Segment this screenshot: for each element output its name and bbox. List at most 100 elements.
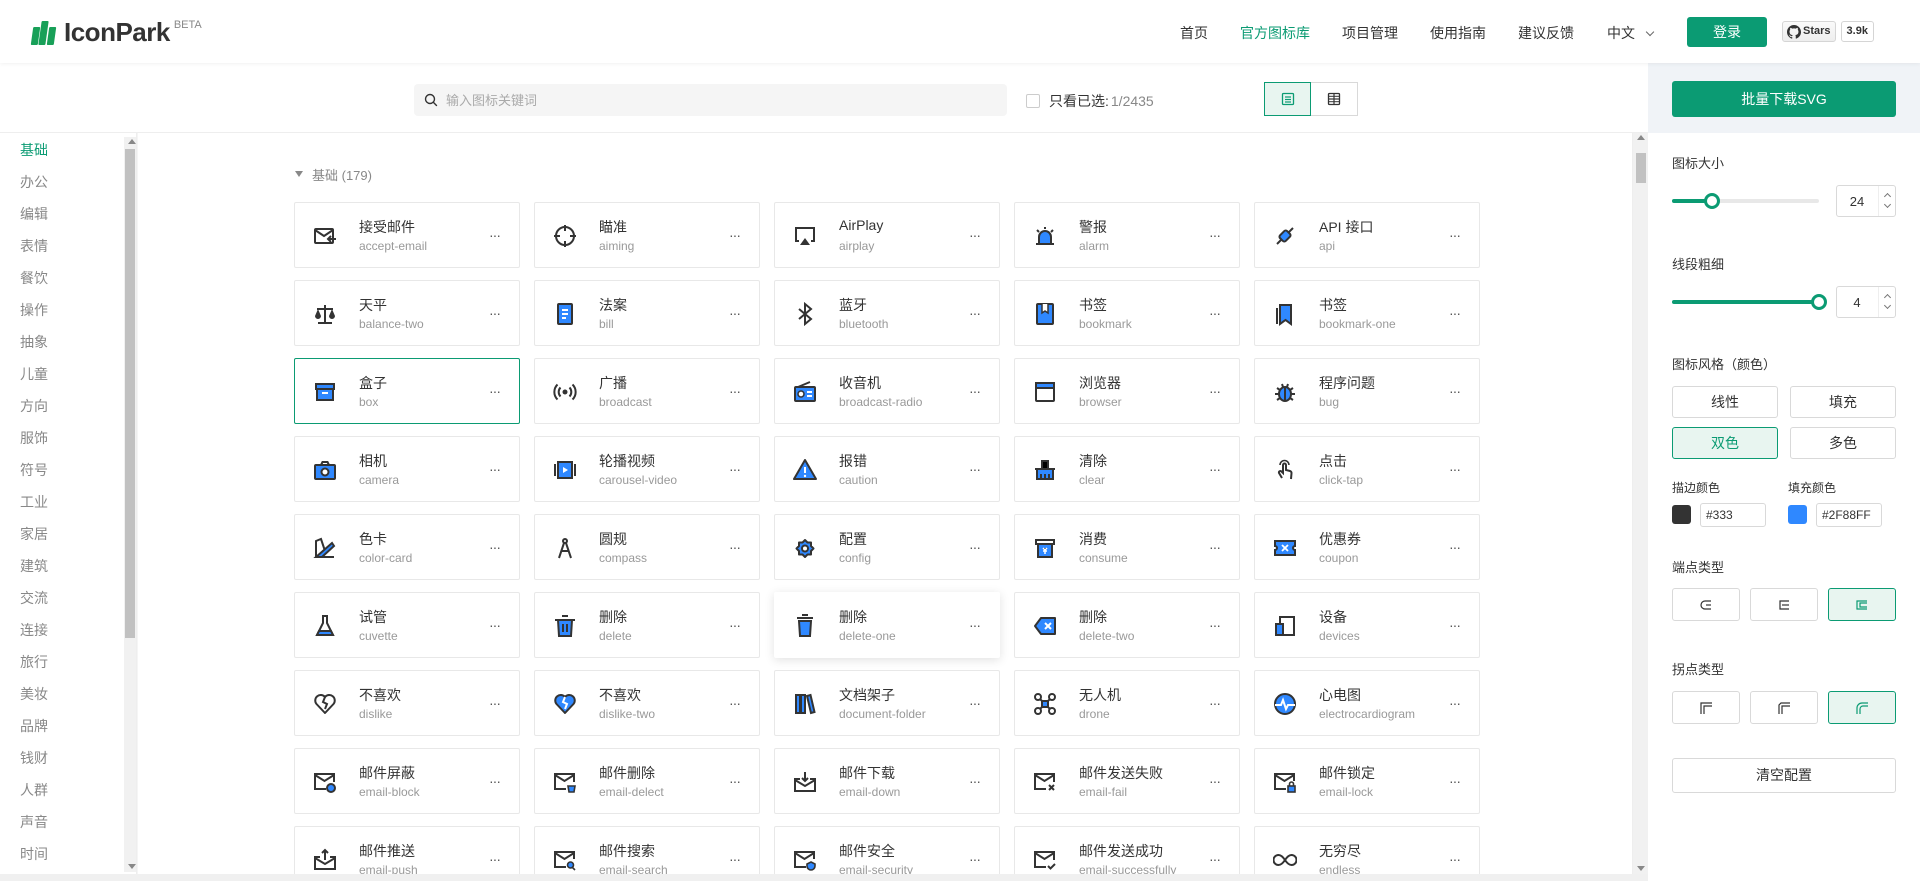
category-item[interactable]: 建筑 [20,556,48,576]
category-item[interactable]: 儿童 [20,364,48,384]
stroke-color-input[interactable]: #333 [1700,503,1766,527]
more-options-icon[interactable]: ··· [489,617,501,633]
icon-card[interactable]: 邮件发送失败 email-fail ··· [1014,748,1240,814]
more-options-icon[interactable]: ··· [729,773,741,789]
scroll-down-icon[interactable] [128,864,136,869]
icon-card[interactable]: 不喜欢 dislike ··· [294,670,520,736]
icon-card[interactable]: 删除 delete-two ··· [1014,592,1240,658]
linejoin-round-button[interactable] [1828,691,1896,724]
nav-item[interactable]: 官方图标库 [1240,23,1310,43]
icon-card[interactable]: 浏览器 browser ··· [1014,358,1240,424]
icon-card[interactable]: 蓝牙 bluetooth ··· [774,280,1000,346]
more-options-icon[interactable]: ··· [489,539,501,555]
more-options-icon[interactable]: ··· [969,383,981,399]
nav-item[interactable]: 项目管理 [1342,23,1398,43]
more-options-icon[interactable]: ··· [1209,461,1221,477]
style-filled-button[interactable]: 填充 [1790,386,1896,418]
language-select[interactable]: 中文 [1607,23,1655,43]
icon-card[interactable]: 圆规 compass ··· [534,514,760,580]
linejoin-bevel-button[interactable] [1750,691,1818,724]
more-options-icon[interactable]: ··· [1449,617,1461,633]
stroke-width-slider[interactable] [1672,294,1827,310]
scroll-up-icon[interactable] [1637,135,1645,140]
clear-config-button[interactable]: 清空配置 [1672,758,1896,793]
main-scrollbar[interactable] [1632,133,1648,874]
more-options-icon[interactable]: ··· [969,617,981,633]
icon-card[interactable]: 邮件安全 email-security ··· [774,826,1000,874]
icon-card[interactable]: 配置 config ··· [774,514,1000,580]
github-stars-count[interactable]: 3.9k [1840,21,1874,42]
icon-card[interactable]: 试管 cuvette ··· [294,592,520,658]
linecap-square-button[interactable] [1828,588,1896,621]
category-item[interactable]: 品牌 [20,716,48,736]
more-options-icon[interactable]: ··· [1209,227,1221,243]
icon-card[interactable]: 报错 caution ··· [774,436,1000,502]
more-options-icon[interactable]: ··· [1449,539,1461,555]
only-selected-filter[interactable]: 只看已选: 1/2435 [1026,91,1154,111]
fill-color-swatch[interactable] [1788,505,1807,524]
more-options-icon[interactable]: ··· [729,227,741,243]
more-options-icon[interactable]: ··· [1209,773,1221,789]
style-two-tone-button[interactable]: 双色 [1672,427,1778,459]
more-options-icon[interactable]: ··· [1449,695,1461,711]
icon-card[interactable]: 邮件屏蔽 email-block ··· [294,748,520,814]
github-stars[interactable]: Stars 3.9k [1782,21,1874,42]
login-button[interactable]: 登录 [1687,17,1767,47]
slider-handle[interactable] [1703,193,1720,209]
icon-card[interactable]: 邮件下载 email-down ··· [774,748,1000,814]
linecap-round-button[interactable] [1672,588,1740,621]
grid-view-button[interactable] [1311,82,1358,116]
icon-card[interactable]: 警报 alarm ··· [1014,202,1240,268]
icon-card[interactable]: 清除 clear ··· [1014,436,1240,502]
decrement-icon[interactable] [1883,301,1892,310]
more-options-icon[interactable]: ··· [489,773,501,789]
category-item[interactable]: 操作 [20,300,48,320]
category-item[interactable]: 交流 [20,588,48,608]
more-options-icon[interactable]: ··· [1449,305,1461,321]
icon-card[interactable]: 程序问题 bug ··· [1254,358,1480,424]
icon-card[interactable]: 收音机 broadcast-radio ··· [774,358,1000,424]
icon-card[interactable]: AirPlay airplay ··· [774,202,1000,268]
github-stars-button[interactable]: Stars [1782,21,1836,42]
icon-card[interactable]: 书签 bookmark-one ··· [1254,280,1480,346]
icon-card[interactable]: 盒子 box ··· [294,358,520,424]
batch-download-svg-button[interactable]: 批量下载SVG [1672,81,1896,117]
icon-card[interactable]: 删除 delete ··· [534,592,760,658]
more-options-icon[interactable]: ··· [969,227,981,243]
icon-card[interactable]: 色卡 color-card ··· [294,514,520,580]
more-options-icon[interactable]: ··· [969,695,981,711]
more-options-icon[interactable]: ··· [969,305,981,321]
icon-card[interactable]: 邮件发送成功 email-successfully ··· [1014,826,1240,874]
nav-item[interactable]: 首页 [1180,23,1208,43]
stepper-buttons[interactable] [1878,186,1896,216]
more-options-icon[interactable]: ··· [489,305,501,321]
style-multi-color-button[interactable]: 多色 [1790,427,1896,459]
more-options-icon[interactable]: ··· [1209,539,1221,555]
increment-icon[interactable] [1883,192,1892,201]
icon-card[interactable]: 无人机 drone ··· [1014,670,1240,736]
only-selected-checkbox[interactable] [1026,94,1040,108]
more-options-icon[interactable]: ··· [489,461,501,477]
category-item[interactable]: 时间 [20,844,48,864]
more-options-icon[interactable]: ··· [729,461,741,477]
scroll-down-icon[interactable] [1637,866,1645,871]
category-item[interactable]: 表情 [20,236,48,256]
logo[interactable]: IconPark BETA [30,17,202,48]
category-item[interactable]: 办公 [20,172,48,192]
category-item[interactable]: 符号 [20,460,48,480]
more-options-icon[interactable]: ··· [1449,227,1461,243]
more-options-icon[interactable]: ··· [969,461,981,477]
more-options-icon[interactable]: ··· [969,539,981,555]
more-options-icon[interactable]: ··· [729,305,741,321]
scroll-up-icon[interactable] [128,139,136,144]
more-options-icon[interactable]: ··· [489,851,501,867]
more-options-icon[interactable]: ··· [489,227,501,243]
more-options-icon[interactable]: ··· [969,851,981,867]
icon-card[interactable]: 不喜欢 dislike-two ··· [534,670,760,736]
icon-card[interactable]: 广播 broadcast ··· [534,358,760,424]
category-item[interactable]: 连接 [20,620,48,640]
icon-card[interactable]: 轮播视频 carousel-video ··· [534,436,760,502]
stroke-width-stepper[interactable]: 4 [1836,286,1896,318]
main-scroll-thumb[interactable] [1636,153,1646,183]
decrement-icon[interactable] [1883,200,1892,209]
